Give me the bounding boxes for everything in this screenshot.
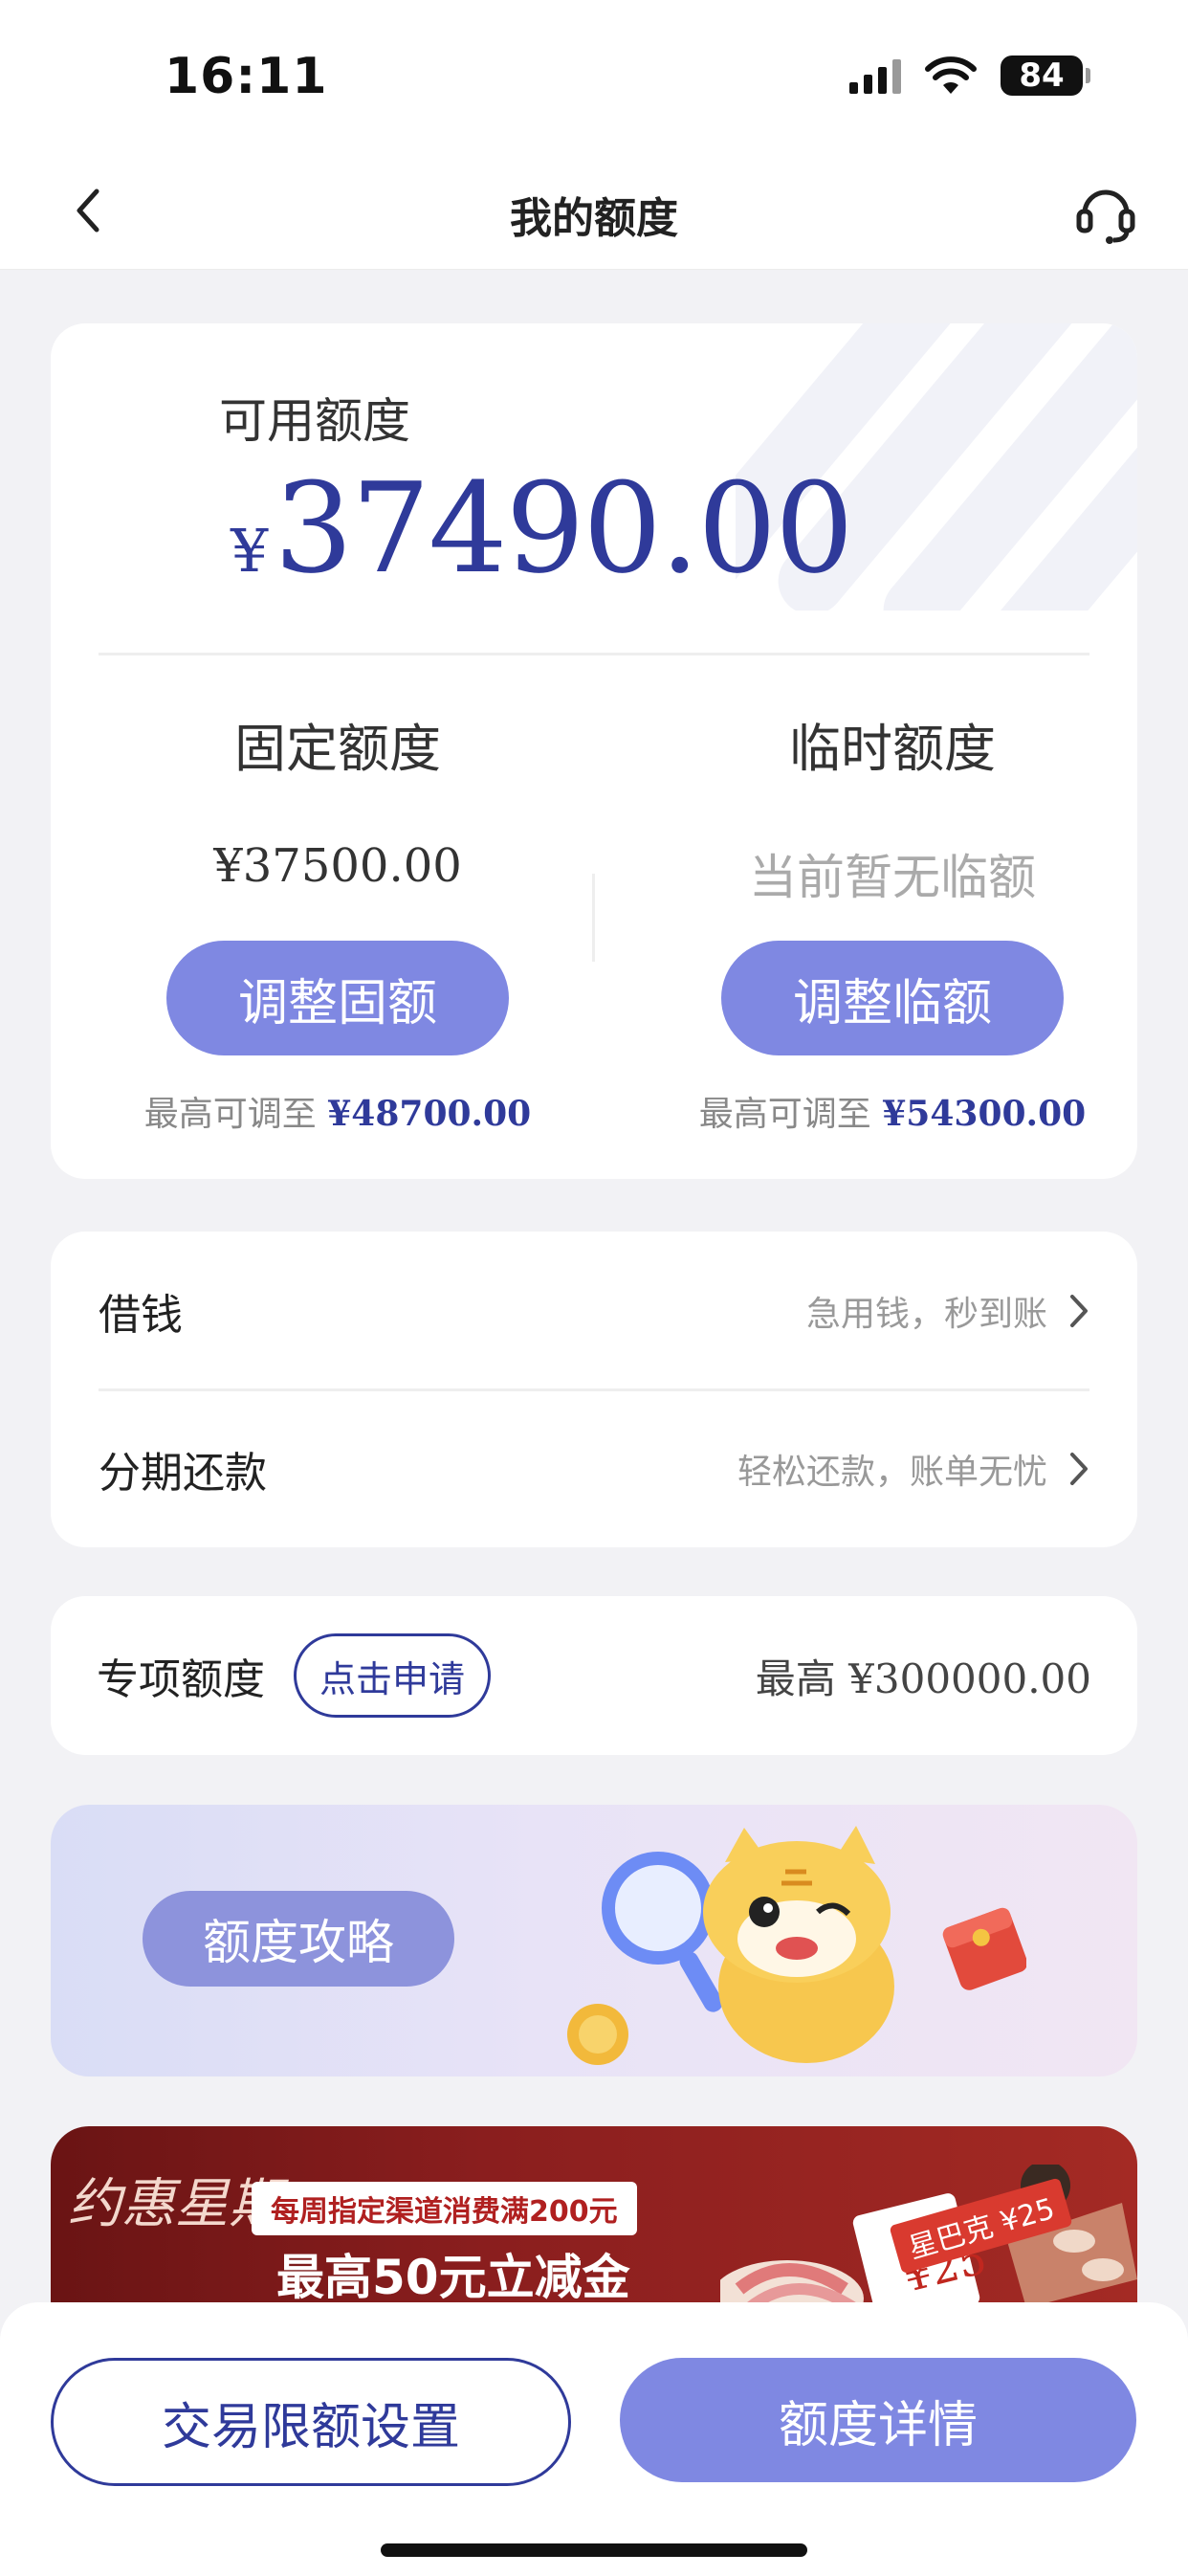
- promo-banner[interactable]: 约惠星期五 每周指定渠道消费满200元 最高50元立减金 最高15-30笔优惠券…: [51, 2126, 1137, 2318]
- temporary-credit-max: 最高可调至 ¥54300.00: [644, 1086, 1137, 1136]
- currency-symbol: ¥: [231, 516, 269, 586]
- available-credit-value: 37490.00: [274, 455, 853, 601]
- list-item-label: 分期还款: [99, 1448, 267, 1498]
- divider: [99, 653, 1089, 655]
- cellular-signal-icon: [849, 57, 901, 94]
- temporary-credit-max-prefix: 最高可调至: [698, 1095, 883, 1134]
- status-bar: 16:11 84: [0, 0, 1188, 153]
- nav-bar: 我的额度: [0, 153, 1188, 270]
- list-item-borrow[interactable]: 借钱 急用钱，秒到账: [51, 1232, 1137, 1389]
- credit-guide-label: 额度攻略: [143, 1891, 454, 1987]
- available-credit-label: 可用额度: [219, 393, 410, 449]
- temporary-credit-section: 临时额度 当前暂无临额 调整临额 最高可调至 ¥54300.00: [644, 706, 1137, 1136]
- adjust-temporary-credit-button[interactable]: 调整临额: [721, 941, 1064, 1055]
- fixed-credit-max: 最高可调至 ¥48700.00: [89, 1086, 586, 1136]
- apply-button[interactable]: 点击申请: [294, 1633, 492, 1718]
- credit-guide-banner[interactable]: 额度攻略: [51, 1805, 1137, 2076]
- page-title: 我的额度: [510, 194, 678, 243]
- status-time: 16:11: [165, 48, 328, 105]
- fixed-credit-section: 固定额度 ¥37500.00 调整固额 最高可调至 ¥48700.00: [89, 706, 586, 1136]
- temporary-credit-max-value: ¥54300.00: [882, 1094, 1087, 1134]
- chevron-right-icon: [1070, 1452, 1088, 1485]
- special-credit-max: 最高 ¥300000.00: [755, 1654, 1091, 1702]
- list-item-hint: 轻松还款，账单无忧: [737, 1452, 1047, 1492]
- special-credit-card: 专项额度 点击申请 最高 ¥300000.00: [51, 1596, 1137, 1755]
- home-indicator[interactable]: [381, 2543, 807, 2557]
- divider: [592, 874, 595, 962]
- fixed-credit-value: ¥37500.00: [213, 839, 462, 893]
- list-item-label: 借钱: [99, 1290, 183, 1340]
- fixed-credit-max-value: ¥48700.00: [327, 1094, 532, 1134]
- transaction-limit-settings-button[interactable]: 交易限额设置: [51, 2358, 571, 2486]
- battery-level: 84: [1019, 56, 1065, 95]
- credit-summary-card: 可用额度 ¥ 37490.00 固定额度 ¥37500.00 调整固额 最高可调…: [51, 323, 1137, 1179]
- list-item-hint: 急用钱，秒到账: [805, 1294, 1047, 1334]
- chevron-right-icon: [1070, 1294, 1088, 1327]
- fixed-credit-title: 固定额度: [234, 719, 441, 779]
- promo-top-text: 每周指定渠道消费满200元: [252, 2182, 637, 2235]
- services-list-card: 借钱 急用钱，秒到账 分期还款 轻松还款，账单无忧: [51, 1232, 1137, 1547]
- fixed-credit-max-prefix: 最高可调至: [143, 1095, 328, 1134]
- battery-icon: 84: [1001, 56, 1090, 96]
- bottom-action-bar: 交易限额设置 额度详情: [0, 2302, 1188, 2576]
- adjust-fixed-credit-button[interactable]: 调整固额: [166, 941, 509, 1055]
- temporary-credit-value: 当前暂无临额: [749, 850, 1036, 905]
- status-icons: 84: [849, 56, 1090, 96]
- special-credit-label: 专项额度: [97, 1655, 265, 1704]
- tiger-mascot-icon: [567, 1826, 1026, 2065]
- headset-icon[interactable]: [1071, 177, 1140, 246]
- temporary-credit-title: 临时额度: [789, 719, 996, 779]
- wifi-icon: [925, 56, 977, 94]
- credit-details-button[interactable]: 额度详情: [620, 2358, 1136, 2482]
- list-item-installment[interactable]: 分期还款 轻松还款，账单无忧: [51, 1389, 1137, 1547]
- available-credit-amount: ¥ 37490.00: [231, 455, 854, 601]
